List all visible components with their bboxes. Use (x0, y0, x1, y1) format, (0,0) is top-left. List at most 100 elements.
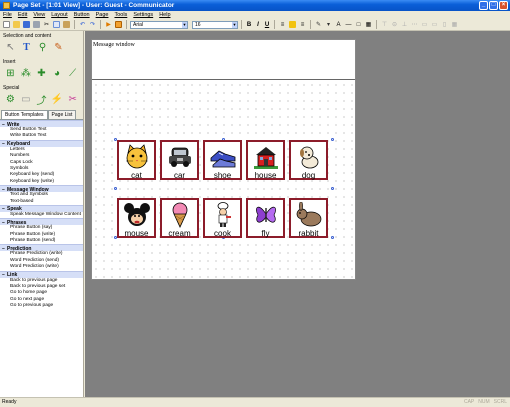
insert-button-icon[interactable]: ⊞ (4, 67, 17, 80)
symbol-label: house (254, 171, 277, 180)
symbol-button-cream[interactable]: cream (160, 198, 199, 238)
symbol-label: fly (261, 229, 270, 238)
align-middle-icon[interactable]: ⊝ (390, 20, 399, 29)
shoe-icon (208, 144, 238, 170)
insert-shape-icon[interactable]: ✚ (35, 67, 48, 80)
caps-indicator: CAP (463, 399, 475, 405)
selection-handle[interactable] (114, 187, 117, 190)
insert-line-icon[interactable]: ⟋ (66, 67, 79, 80)
selection-handle[interactable] (331, 187, 334, 190)
distribute-icon[interactable]: ⋯ (410, 20, 419, 29)
align-top-icon[interactable]: ⊤ (380, 20, 389, 29)
symbol-label: rabbit (298, 229, 319, 238)
tab-button-templates[interactable]: Button Templates (1, 110, 48, 119)
same-size-icon[interactable]: ▭ (420, 20, 429, 29)
symbol-button-fly[interactable]: fly (246, 198, 285, 238)
special-pin-icon[interactable]: ✂ (66, 93, 79, 106)
message-window[interactable]: Message window (92, 40, 355, 80)
line-style-icon[interactable]: — (344, 20, 353, 29)
font-name-value: Arial (133, 21, 144, 28)
save-icon[interactable] (22, 20, 31, 29)
menu-tools[interactable]: Tools (114, 12, 127, 18)
selection-section-label: Selection and content (3, 33, 52, 39)
left-panel: Selection and content ↖ T ⚲ ✎ Insert ⊞ ⁂… (0, 31, 84, 401)
menu-edit[interactable]: Edit (18, 12, 27, 18)
symbol-button-cook[interactable]: cook (203, 198, 242, 238)
fill-color-icon[interactable]: ▾ (324, 20, 333, 29)
symbol-label: cook (214, 229, 231, 238)
symbol-button-house[interactable]: house (246, 140, 285, 180)
paint-brush-icon[interactable]: ✎ (52, 41, 65, 54)
same-height-icon[interactable]: ▯ (440, 20, 449, 29)
selection-handle[interactable] (331, 138, 334, 141)
undo-icon[interactable]: ↶ (78, 20, 87, 29)
menu-help[interactable]: Help (159, 12, 170, 18)
menu-page[interactable]: Page (96, 12, 109, 18)
template-item[interactable]: Speak Message Window Content (0, 212, 83, 218)
category-header[interactable]: – Link (0, 270, 83, 278)
edit-mode-icon[interactable] (114, 20, 123, 29)
redo-icon[interactable]: ↷ (88, 20, 97, 29)
tab-page-list[interactable]: Page List (47, 110, 77, 119)
category-header[interactable]: – Keyboard (0, 139, 83, 147)
page-canvas: Message window cat car shoe house dog mo… (91, 39, 356, 280)
font-size-select[interactable]: 16 ▼ (192, 20, 238, 29)
shape-icon[interactable]: ▦ (364, 20, 373, 29)
border-icon[interactable]: □ (354, 20, 363, 29)
text-tool-icon[interactable]: T (20, 41, 33, 54)
print-icon[interactable] (32, 20, 41, 29)
category-header[interactable]: – Speak (0, 204, 83, 212)
special-link-icon[interactable]: ⤴ (35, 93, 48, 107)
template-item[interactable]: Go to previous page (0, 303, 83, 309)
open-icon[interactable] (12, 20, 21, 29)
text-color-icon[interactable]: A (334, 20, 343, 29)
align-center-icon[interactable]: ≡ (298, 20, 307, 29)
maximize-button[interactable]: □ (489, 1, 498, 10)
same-width-icon[interactable]: ▭ (430, 20, 439, 29)
symbol-search-icon[interactable]: ⚲ (36, 41, 49, 54)
cut-icon[interactable]: ✂ (42, 20, 51, 29)
symbol-button-cat[interactable]: cat (117, 140, 156, 180)
bold-button[interactable]: B (245, 22, 253, 28)
run-icon[interactable]: ▶ (104, 20, 113, 29)
symbol-button-dog[interactable]: dog (289, 140, 328, 180)
menu-button[interactable]: Button (74, 12, 90, 18)
category-header[interactable]: – Write (0, 120, 83, 128)
symbol-button-car[interactable]: car (160, 140, 199, 180)
copy-icon[interactable] (52, 20, 61, 29)
new-icon[interactable] (2, 20, 11, 29)
message-window-label: Message window (93, 42, 135, 48)
work-area: Message window cat car shoe house dog mo… (85, 31, 510, 397)
symbol-label: cat (131, 171, 142, 180)
special-window-icon[interactable]: ▭ (20, 93, 33, 106)
symbol-button-shoe[interactable]: shoe (203, 140, 242, 180)
insert-section-label: Insert (3, 59, 16, 65)
insert-group-icon[interactable]: ⁂ (20, 67, 33, 80)
close-button[interactable]: × (499, 1, 508, 10)
status-text: Ready (2, 399, 17, 405)
symbol-button-rabbit[interactable]: rabbit (289, 198, 328, 238)
grid-icon[interactable]: ▦ (450, 20, 459, 29)
selection-handle[interactable] (331, 236, 334, 239)
menu-view[interactable]: View (33, 12, 45, 18)
cook-icon (208, 202, 238, 228)
special-section-label: Special (3, 85, 20, 91)
align-bottom-icon[interactable]: ⊥ (400, 20, 409, 29)
select-pointer-icon[interactable]: ↖ (4, 41, 17, 54)
menu-layout[interactable]: Layout (51, 12, 68, 18)
paste-icon[interactable] (62, 20, 71, 29)
font-name-select[interactable]: Arial ▼ (130, 20, 188, 29)
align-left-icon[interactable]: ≡ (278, 20, 287, 29)
minimize-button[interactable]: _ (479, 1, 488, 10)
insert-pie-icon[interactable]: ◕ (51, 67, 64, 80)
menu-settings[interactable]: Settings (133, 12, 153, 18)
underline-button[interactable]: U (263, 22, 271, 28)
italic-button[interactable]: I (254, 22, 262, 28)
mouse-icon (122, 202, 152, 228)
highlight-icon[interactable] (288, 20, 297, 29)
special-wand-icon[interactable]: ⚡ (51, 93, 64, 106)
symbol-button-mouse[interactable]: mouse (117, 198, 156, 238)
special-gear-icon[interactable]: ⚙ (4, 93, 17, 106)
line-color-icon[interactable]: ✎ (314, 20, 323, 29)
menu-file[interactable]: File (3, 12, 12, 18)
